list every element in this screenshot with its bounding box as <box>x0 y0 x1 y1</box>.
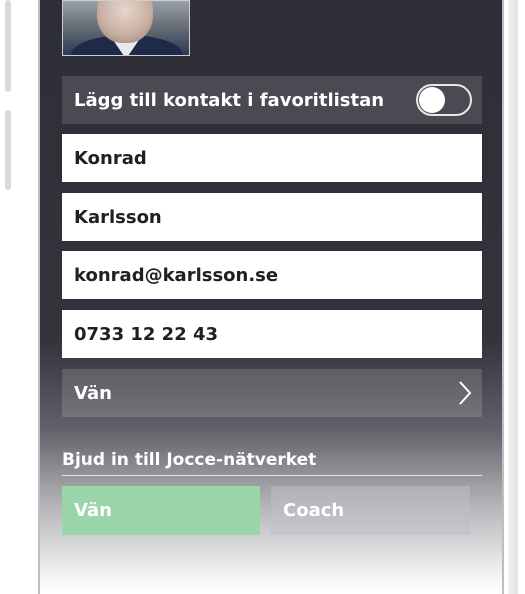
phone-side-button <box>5 110 11 190</box>
invite-section-label: Bjud in till Jocce-nätverket <box>62 450 482 476</box>
last-name-value: Karlsson <box>74 206 162 228</box>
chevron-right-icon <box>458 380 472 406</box>
favorite-label: Lägg till kontakt i favoritlistan <box>74 89 385 111</box>
contact-form-screen: Lägg till kontakt i favoritlistan Konrad… <box>38 0 504 594</box>
contact-avatar[interactable] <box>62 0 190 56</box>
favorite-toggle[interactable] <box>416 84 472 116</box>
first-name-field[interactable]: Konrad <box>62 134 482 182</box>
phone-field[interactable]: 0733 12 22 43 <box>62 310 482 358</box>
first-name-value: Konrad <box>74 147 147 169</box>
relation-value: Vän <box>74 382 112 404</box>
phone-value: 0733 12 22 43 <box>74 323 219 345</box>
invite-option-van[interactable]: Vän <box>62 486 260 535</box>
toggle-knob <box>419 87 445 113</box>
favorite-row: Lägg till kontakt i favoritlistan <box>62 76 482 124</box>
invite-option-coach[interactable]: Coach <box>271 486 470 535</box>
phone-frame <box>38 0 40 594</box>
last-name-field[interactable]: Karlsson <box>62 193 482 241</box>
phone-frame <box>502 0 504 594</box>
phone-edge <box>508 0 518 594</box>
relation-select[interactable]: Vän <box>62 369 482 417</box>
email-value: konrad@karlsson.se <box>74 264 279 286</box>
phone-side-button <box>5 0 11 92</box>
email-field[interactable]: konrad@karlsson.se <box>62 251 482 299</box>
